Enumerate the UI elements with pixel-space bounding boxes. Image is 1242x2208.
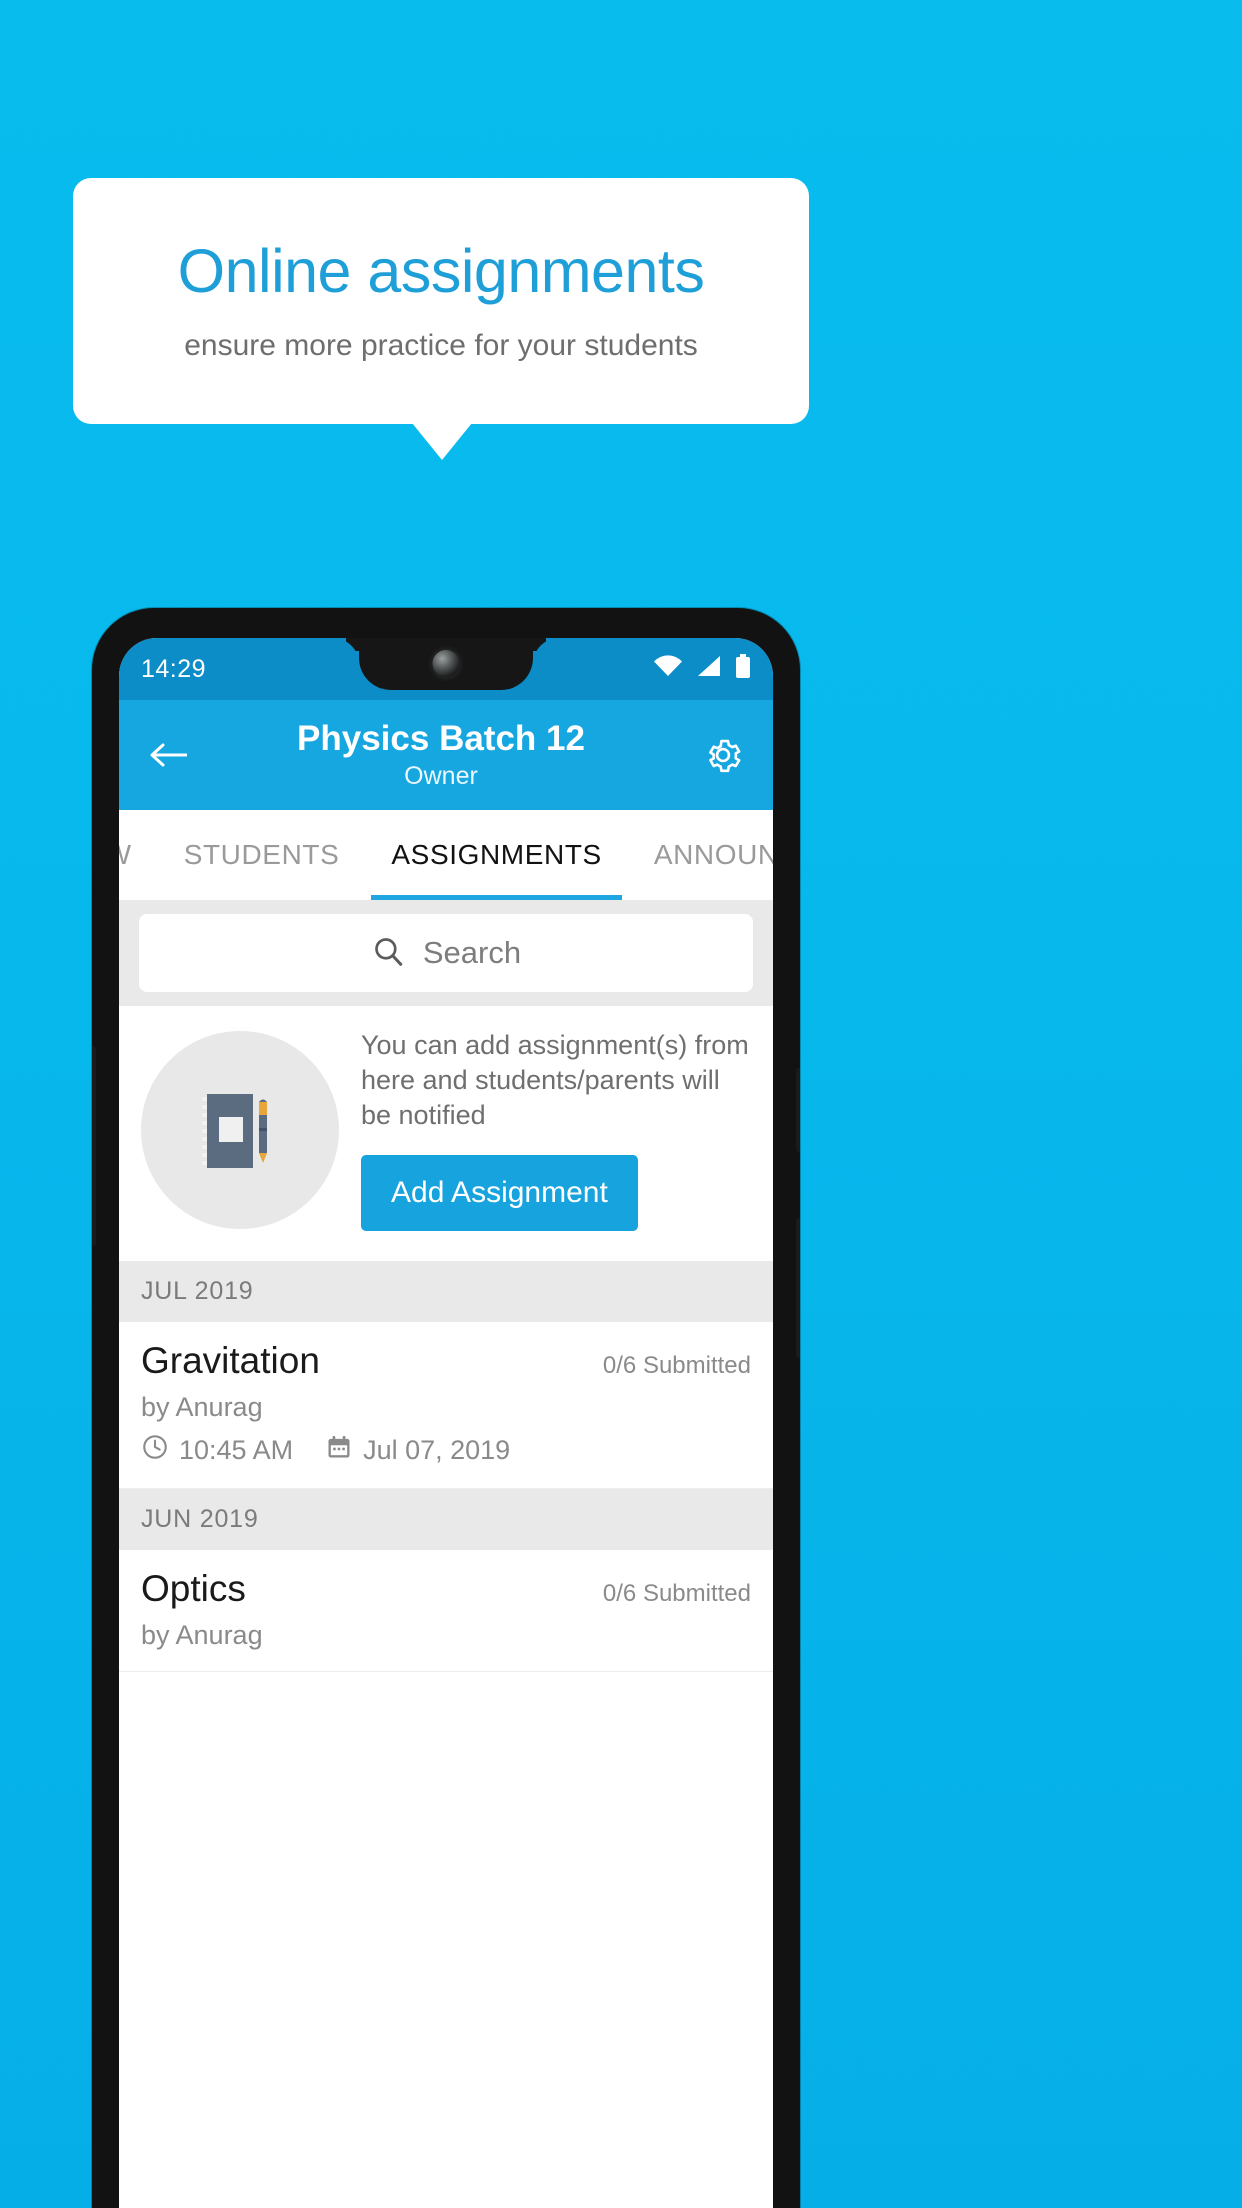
assignment-author: by Anurag xyxy=(141,1620,263,1651)
status-clock: 14:29 xyxy=(141,654,207,683)
search-input[interactable]: Search xyxy=(139,914,753,992)
phone-side-button xyxy=(796,1218,800,1358)
search-container: Search xyxy=(119,900,773,1006)
assignment-submitted-count: 0/6 Submitted xyxy=(602,1580,751,1608)
empty-state-message: You can add assignment(s) from here and … xyxy=(361,1030,749,1131)
tab-overview-label: IEW xyxy=(119,839,132,871)
calendar-icon xyxy=(325,1433,353,1468)
gear-icon xyxy=(709,739,741,773)
phone-power-button xyxy=(796,1068,800,1152)
arrow-left-icon xyxy=(150,743,187,767)
front-camera xyxy=(432,650,460,677)
phone-device-frame: 14:29 Physics Batch 12 Owner STUDENTS AS… xyxy=(92,608,800,2208)
tab-announcements-label: ANNOUNCEM xyxy=(653,839,773,870)
assignment-row[interactable]: Optics 0/6 Submitted by Anurag xyxy=(119,1550,773,1673)
phone-notch xyxy=(359,638,533,690)
assignment-author: by Anurag xyxy=(141,1392,263,1423)
tab-bar: IEW STUDENTS ASSIGNMENTS ANNOUNCEM xyxy=(119,810,773,900)
tab-students-label: STUDENTS xyxy=(183,839,340,870)
battery-icon xyxy=(735,653,751,685)
wifi-icon xyxy=(653,654,683,684)
tab-students[interactable]: STUDENTS xyxy=(158,810,366,900)
phone-volume-button xyxy=(92,1046,96,1246)
search-icon xyxy=(371,934,405,973)
status-icon-group xyxy=(653,653,751,685)
settings-button[interactable] xyxy=(695,734,751,776)
page-subtitle: Owner xyxy=(404,761,478,790)
search-placeholder: Search xyxy=(422,935,522,970)
assignment-meta: 10:45 AM Jul 07, 2019 xyxy=(141,1433,751,1468)
page-title: Physics Batch 12 xyxy=(297,719,585,759)
assignment-time: 10:45 AM xyxy=(179,1435,294,1466)
month-header-jun: JUN 2019 xyxy=(119,1489,773,1551)
tab-assignments-label: ASSIGNMENTS xyxy=(391,839,602,870)
assignment-title: Gravitation xyxy=(141,1340,320,1382)
status-bar: 14:29 xyxy=(119,638,773,700)
app-bar: Physics Batch 12 Owner xyxy=(119,700,773,810)
assignment-submitted-count: 0/6 Submitted xyxy=(602,1352,751,1380)
tab-overview[interactable]: IEW xyxy=(119,810,158,900)
tab-assignments[interactable]: ASSIGNMENTS xyxy=(365,810,627,900)
promo-subtitle: ensure more practice for your students xyxy=(184,329,698,363)
assignment-row-top: Gravitation 0/6 Submitted xyxy=(141,1340,751,1382)
promo-title: Online assignments xyxy=(177,236,705,305)
empty-state-illustration xyxy=(141,1030,339,1229)
add-assignment-button[interactable]: Add Assignment xyxy=(361,1155,638,1232)
assignment-row-top: Optics 0/6 Submitted xyxy=(141,1568,751,1610)
promo-callout-tail xyxy=(412,423,472,460)
signal-icon xyxy=(696,655,722,684)
assignment-row[interactable]: Gravitation 0/6 Submitted by Anurag 10:4… xyxy=(119,1322,773,1490)
notebook-pen-icon xyxy=(202,1093,267,1168)
clock-icon xyxy=(141,1433,169,1468)
assignment-date: Jul 07, 2019 xyxy=(363,1435,511,1466)
empty-state-content: You can add assignment(s) from here and … xyxy=(361,1028,753,1232)
month-header-jul: JUL 2019 xyxy=(119,1261,773,1323)
tab-announcements[interactable]: ANNOUNCEM xyxy=(628,810,773,900)
app-bar-titles: Physics Batch 12 Owner xyxy=(187,719,695,790)
assignment-title: Optics xyxy=(141,1568,246,1610)
phone-screen: 14:29 Physics Batch 12 Owner STUDENTS AS… xyxy=(119,638,773,2208)
empty-state-card: You can add assignment(s) from here and … xyxy=(119,1006,773,1262)
promo-callout-card: Online assignments ensure more practice … xyxy=(73,178,809,424)
